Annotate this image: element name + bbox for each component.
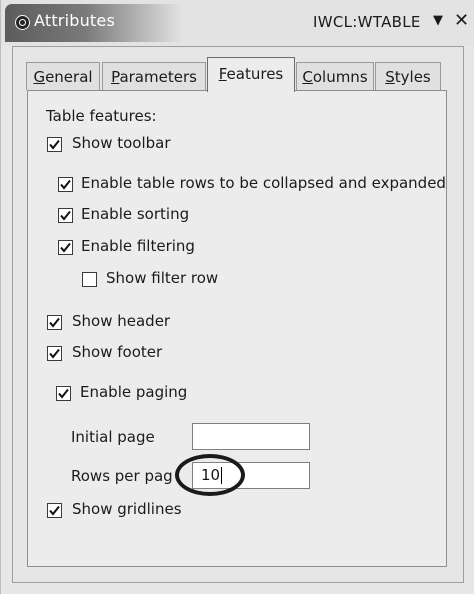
- enable-sorting-label: Enable sorting: [81, 205, 190, 223]
- show-gridlines-checkbox[interactable]: [47, 503, 62, 518]
- view-menu-icon[interactable]: ▼: [433, 13, 443, 28]
- tab-mnemonic: C: [302, 68, 313, 86]
- tab-label: tyles: [394, 68, 431, 86]
- tab-columns[interactable]: Columns: [296, 62, 374, 90]
- show-footer-checkbox[interactable]: [47, 346, 62, 361]
- tab-parameters[interactable]: Parameters: [102, 62, 206, 90]
- enable-filtering-checkbox[interactable]: [58, 240, 73, 255]
- initial-page-label: Initial page: [71, 428, 155, 446]
- rows-per-page-label: Rows per pag: [71, 467, 173, 485]
- tab-label: olumns: [312, 68, 368, 86]
- show-toolbar-label: Show toolbar: [72, 134, 171, 152]
- collapse-rows-label: Enable table rows to be collapsed and ex…: [81, 174, 446, 192]
- attributes-view: Attributes IWCL:WTABLE ▼ ✕ General Param…: [0, 0, 474, 594]
- collapse-rows-checkbox[interactable]: [58, 177, 73, 192]
- enable-paging-label: Enable paging: [80, 383, 188, 401]
- view-title-bar: Attributes IWCL:WTABLE ▼ ✕: [1, 0, 474, 46]
- show-gridlines-label: Show gridlines: [72, 500, 182, 518]
- highlight-circle: [175, 454, 245, 496]
- show-filter-row-label: Show filter row: [106, 269, 219, 287]
- tab-general[interactable]: General: [26, 62, 100, 90]
- attributes-icon: [15, 15, 30, 30]
- enable-filtering-label: Enable filtering: [81, 237, 195, 255]
- view-title: Attributes: [34, 11, 115, 30]
- tab-label: arameters: [119, 68, 197, 86]
- show-header-checkbox[interactable]: [47, 315, 62, 330]
- tab-styles[interactable]: Styles: [375, 62, 441, 90]
- show-filter-row-checkbox[interactable]: [82, 272, 97, 287]
- context-label: IWCL:WTABLE: [313, 13, 421, 31]
- enable-sorting-checkbox[interactable]: [58, 208, 73, 223]
- tab-mnemonic: F: [218, 65, 227, 83]
- tab-label: eneral: [45, 68, 93, 86]
- tab-features[interactable]: Features: [207, 57, 295, 92]
- close-icon[interactable]: ✕: [454, 10, 469, 31]
- enable-paging-checkbox[interactable]: [56, 386, 71, 401]
- show-header-label: Show header: [72, 312, 171, 330]
- initial-page-input[interactable]: [192, 423, 310, 450]
- table-features-heading: Table features:: [46, 107, 157, 125]
- tab-mnemonic: G: [33, 68, 46, 86]
- show-footer-label: Show footer: [72, 343, 163, 361]
- tab-label: eatures: [226, 65, 284, 83]
- show-toolbar-checkbox[interactable]: [47, 137, 62, 152]
- tab-mnemonic: S: [385, 68, 395, 86]
